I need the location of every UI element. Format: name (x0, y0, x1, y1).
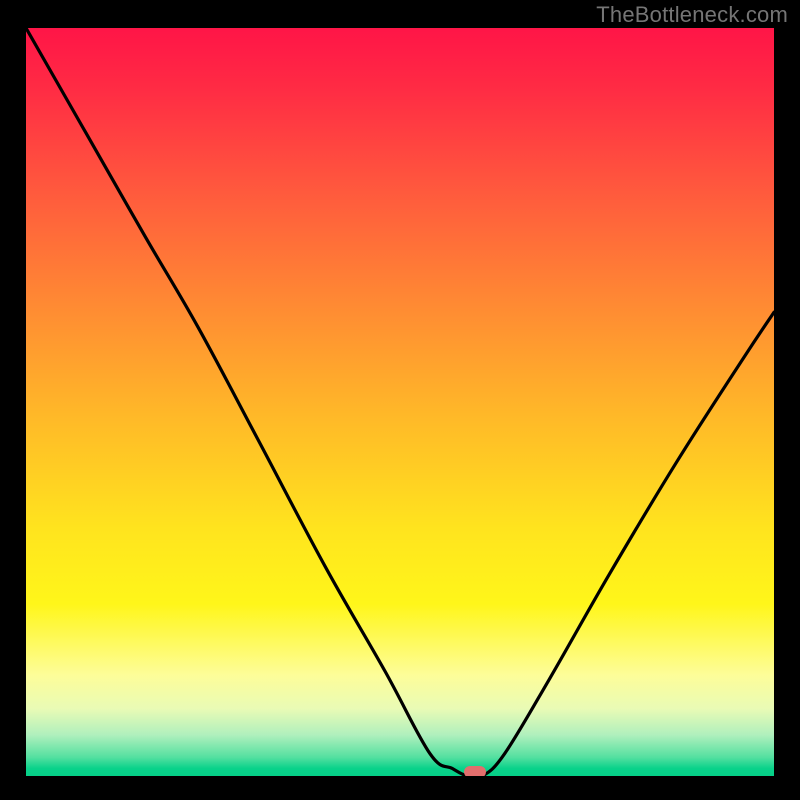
chart-container: TheBottleneck.com (0, 0, 800, 800)
bottleneck-curve (26, 28, 774, 776)
curve-svg (26, 28, 774, 776)
curve-minimum-marker (464, 766, 486, 777)
plot-area (26, 28, 774, 776)
watermark-text: TheBottleneck.com (596, 2, 788, 28)
